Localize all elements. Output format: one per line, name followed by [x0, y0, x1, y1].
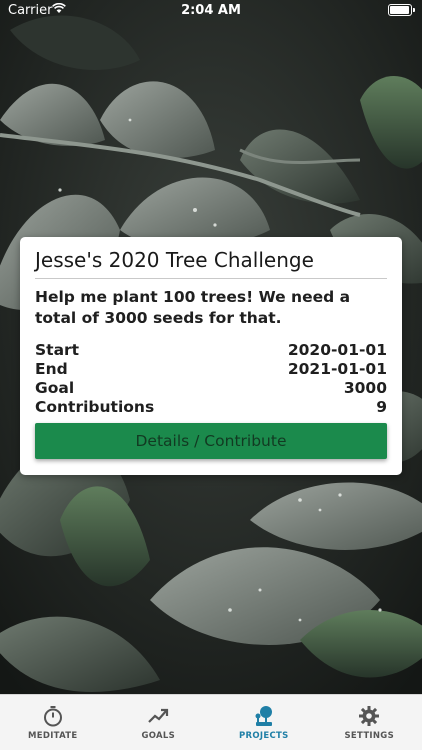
detail-value: 9	[376, 398, 387, 416]
detail-row-start: Start 2020-01-01	[35, 341, 387, 360]
detail-value: 3000	[343, 379, 387, 397]
tab-bar: MEDITATE GOALS PROJECTS SETTINGS	[0, 694, 422, 750]
tab-label: GOALS	[141, 731, 176, 741]
status-bar: Carrier 2:04 AM	[0, 0, 422, 22]
project-card: Jesse's 2020 Tree Challenge Help me plan…	[20, 237, 402, 475]
detail-label: Contributions	[35, 398, 155, 416]
trend-up-icon	[148, 708, 169, 723]
detail-row-contributions: Contributions 9	[35, 398, 387, 417]
plant-icon	[255, 706, 272, 726]
detail-label: Goal	[35, 379, 75, 397]
status-time: 2:04 AM	[181, 3, 241, 18]
project-title: Jesse's 2020 Tree Challenge	[35, 247, 387, 279]
tab-meditate[interactable]: MEDITATE	[0, 695, 106, 750]
detail-value: 2020-01-01	[287, 341, 387, 359]
details-contribute-button[interactable]: Details / Contribute	[35, 423, 387, 459]
tab-label: PROJECTS	[238, 731, 289, 741]
tab-settings[interactable]: SETTINGS	[317, 695, 422, 750]
tab-label: MEDITATE	[27, 731, 78, 741]
detail-label: End	[35, 360, 68, 378]
project-details: Start 2020-01-01 End 2021-01-01 Goal 300…	[35, 341, 387, 417]
detail-value: 2021-01-01	[287, 360, 387, 378]
detail-row-end: End 2021-01-01	[35, 360, 387, 379]
detail-label: Start	[35, 341, 80, 359]
detail-row-goal: Goal 3000	[35, 379, 387, 398]
battery-icon	[388, 4, 415, 16]
tab-projects[interactable]: PROJECTS	[211, 695, 317, 750]
tab-goals[interactable]: GOALS	[106, 695, 212, 750]
tab-label: SETTINGS	[344, 731, 394, 741]
gear-icon	[359, 706, 380, 726]
stopwatch-icon	[43, 706, 62, 727]
project-description: Help me plant 100 trees! We need a total…	[35, 288, 351, 327]
